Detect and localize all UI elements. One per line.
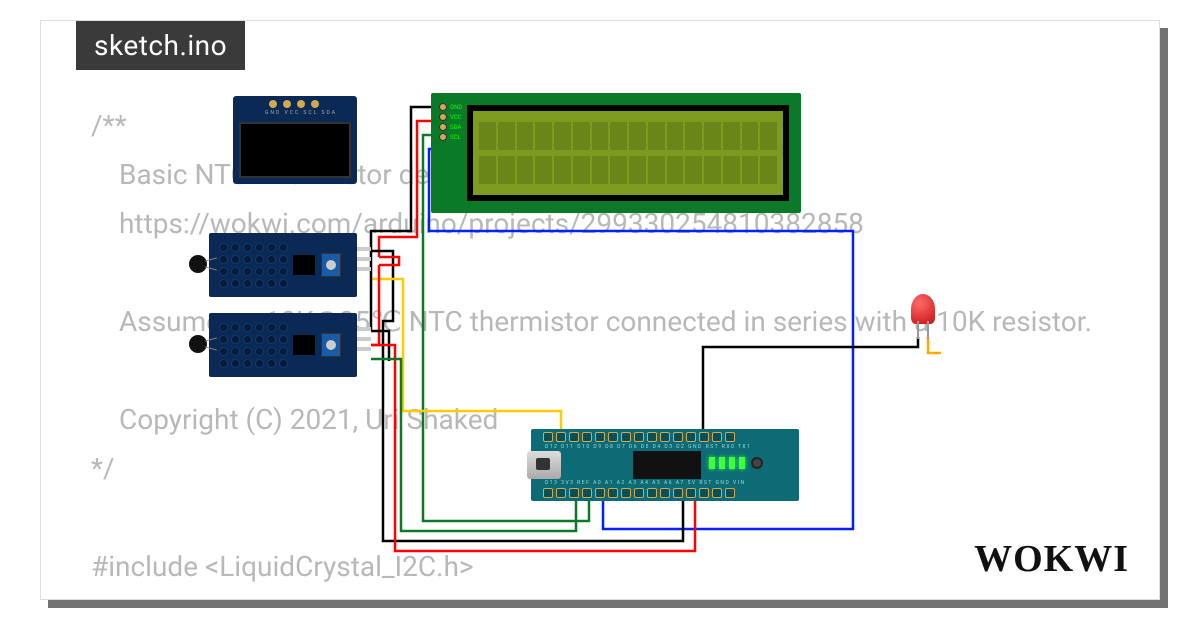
wokwi-logo: WOKWI [974, 537, 1129, 581]
code-line: https://wokwi.com/arduino/projects/29933… [91, 199, 1119, 248]
preview-card: /** Basic NTC Thermistor demo https://wo… [40, 20, 1160, 600]
code-line: /** [91, 101, 1119, 150]
file-tab[interactable]: sketch.ino [76, 21, 245, 70]
code-line: */ [91, 444, 1119, 493]
code-line: Basic NTC Thermistor demo [91, 150, 1119, 199]
code-preview: /** Basic NTC Thermistor demo https://wo… [41, 21, 1159, 599]
code-line [91, 493, 1119, 542]
code-line: Copyright (C) 2021, Uri Shaked [91, 395, 1119, 444]
code-line [91, 248, 1119, 297]
code-line [91, 346, 1119, 395]
code-line: Assumes a 10K@25℃ NTC thermistor connect… [91, 297, 1119, 346]
code-line: #include <LiquidCrystal_I2C.h> [91, 542, 1119, 591]
